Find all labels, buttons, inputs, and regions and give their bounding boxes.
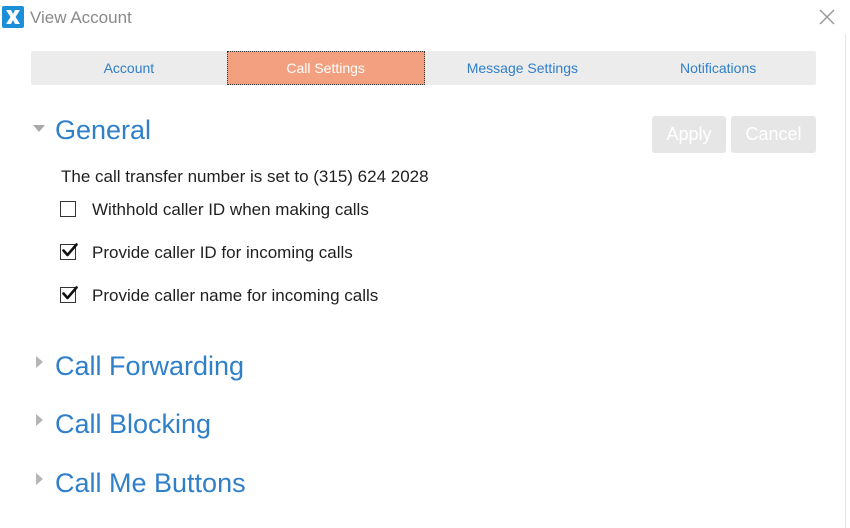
section-title-general[interactable]: General <box>55 114 151 146</box>
title-bar: View Account <box>0 0 850 36</box>
collapse-triangle-icon[interactable] <box>33 125 45 132</box>
cancel-button[interactable]: Cancel <box>731 116 816 153</box>
call-transfer-text: The call transfer number is set to (315)… <box>61 167 429 186</box>
provide-caller-id-checkbox[interactable] <box>60 243 78 260</box>
window-border <box>845 34 846 528</box>
window-title: View Account <box>30 8 132 27</box>
x-logo-icon <box>2 6 24 28</box>
checkmark-icon <box>62 286 78 300</box>
checkmark-icon <box>62 243 78 257</box>
section-title-call-me-buttons[interactable]: Call Me Buttons <box>55 467 246 499</box>
section-title-call-forwarding[interactable]: Call Forwarding <box>55 350 244 382</box>
tab-bar: Account Call Settings Message Settings N… <box>31 51 816 85</box>
tab-notifications[interactable]: Notifications <box>620 51 816 85</box>
withhold-caller-id-checkbox[interactable] <box>60 201 76 217</box>
tab-message-settings[interactable]: Message Settings <box>425 51 621 85</box>
expand-triangle-icon[interactable] <box>36 473 43 485</box>
section-title-call-blocking[interactable]: Call Blocking <box>55 408 211 440</box>
expand-triangle-icon[interactable] <box>36 356 43 368</box>
option-label[interactable]: Provide caller name for incoming calls <box>92 286 378 306</box>
expand-triangle-icon[interactable] <box>36 414 43 426</box>
option-label[interactable]: Provide caller ID for incoming calls <box>92 243 353 263</box>
tab-call-settings[interactable]: Call Settings <box>226 51 425 85</box>
option-label[interactable]: Withhold caller ID when making calls <box>92 200 369 220</box>
apply-button[interactable]: Apply <box>652 116 726 153</box>
tab-account[interactable]: Account <box>31 51 227 85</box>
provide-caller-name-checkbox[interactable] <box>60 286 78 303</box>
close-icon[interactable] <box>815 5 839 29</box>
